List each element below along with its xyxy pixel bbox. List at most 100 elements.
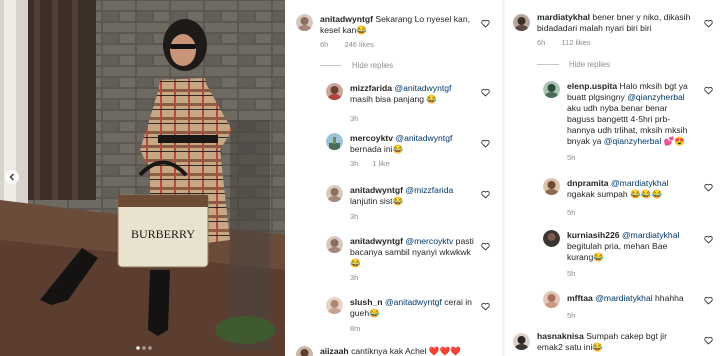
reply-mention[interactable]: @anitadwyntgf (385, 297, 442, 307)
reply-time: 3h (350, 114, 359, 123)
comment-time: 6h (320, 40, 329, 49)
reply-username[interactable]: kurniasih226 (567, 230, 620, 240)
reply-meta: 3h (350, 273, 372, 282)
reply-time: 8m (350, 324, 361, 333)
hide-replies-label: Hide replies (352, 61, 394, 70)
reply-text: elenp.uspita Halo mksih bgt ya buatt plg… (567, 81, 695, 147)
comment-text: mardiatykhal bener bner y niko, dikasih … (537, 12, 697, 34)
comment-meta: 6h 112 likes (537, 38, 604, 47)
avatar[interactable] (326, 83, 343, 100)
reply-mention[interactable]: @mercoyktv (405, 236, 453, 246)
reply-meta: 5h (567, 153, 589, 162)
reply-mention[interactable]: @qianzyherbal (627, 92, 684, 102)
avatar[interactable] (513, 333, 530, 350)
reply-username[interactable]: anitadwyntgf (350, 236, 403, 246)
reply-body: hhahha (655, 293, 684, 303)
reply-mention[interactable]: @anitadwyntgf (395, 133, 452, 143)
reply-meta: 5h (567, 208, 589, 217)
reply-mention[interactable]: @mardiatykhal (595, 293, 652, 303)
like-heart-icon[interactable] (704, 336, 713, 345)
comment-likes[interactable]: 246 likes (344, 40, 374, 49)
hide-replies-label: Hide replies (569, 60, 611, 69)
avatar[interactable] (296, 346, 313, 356)
reply-time: 3h (350, 273, 359, 282)
avatar[interactable] (543, 81, 560, 98)
reply-meta: 3h (350, 114, 372, 123)
reply-text: mercoyktv @anitadwyntgf bernada ini😂 (350, 133, 475, 155)
comments-panel-left: anitadwyntgf Sekarang Lo nyesel kan, kes… (290, 0, 502, 356)
avatar[interactable] (326, 297, 343, 314)
comment-likes[interactable]: 112 likes (561, 38, 590, 47)
reply-likes[interactable]: 1 like (372, 159, 390, 168)
reply-username[interactable]: elenp.uspita (567, 81, 617, 91)
reply-time: 5h (567, 208, 576, 217)
reply-text: dnpramita @mardiatykhal ngakak sumpah 😂😂… (567, 178, 669, 199)
like-heart-icon[interactable] (481, 139, 490, 148)
reply-body: 💕😍 (663, 136, 686, 146)
reply-username[interactable]: mercoyktv (350, 133, 393, 143)
comment-text: anitadwyntgf Sekarang Lo nyesel kan, kes… (320, 14, 470, 36)
comment-meta: 6h 246 likes (320, 40, 388, 49)
like-heart-icon[interactable] (481, 19, 490, 28)
reply-time: 5h (567, 269, 576, 278)
reply-body: lanjutin sist😂 (350, 196, 404, 206)
reply-meta: 3h (350, 212, 372, 221)
reply-mention[interactable]: @qianzyherbal (604, 136, 661, 146)
comment-username[interactable]: hasnaknisa (537, 331, 584, 341)
reply-username[interactable]: anitadwyntgf (350, 185, 403, 195)
reply-text: slush_n @anitadwyntgf cerai in gueh😂 (350, 297, 475, 319)
like-heart-icon[interactable] (481, 302, 490, 311)
reply-text: kurniasih226 @mardiatykhal begitulah pri… (567, 230, 695, 263)
like-heart-icon[interactable] (481, 88, 490, 97)
post-photo: BURBERRY (0, 0, 285, 356)
avatar[interactable] (326, 133, 343, 150)
avatar[interactable] (326, 236, 343, 253)
comment-username[interactable]: anitadwyntgf (320, 14, 373, 24)
like-heart-icon[interactable] (704, 86, 713, 95)
avatar[interactable] (326, 185, 343, 202)
avatar[interactable] (513, 14, 530, 31)
reply-time: 3h (350, 212, 359, 221)
hide-replies-toggle[interactable]: Hide replies (537, 60, 610, 69)
hide-replies-toggle[interactable]: Hide replies (320, 61, 393, 70)
comment-time: 6h (537, 38, 546, 47)
reply-mention[interactable]: @mizzfarida (405, 185, 453, 195)
avatar[interactable] (543, 178, 560, 195)
like-heart-icon[interactable] (481, 242, 490, 251)
like-heart-icon[interactable] (704, 19, 713, 28)
reply-mention[interactable]: @mardiatykhal (611, 178, 668, 188)
reply-time: 3h (350, 159, 359, 168)
comments-panel-right: mardiatykhal bener bner y niko, dikasih … (505, 0, 720, 356)
avatar[interactable] (543, 230, 560, 247)
reply-username[interactable]: dnpramita (567, 178, 609, 188)
reply-time: 5h (567, 311, 576, 320)
reply-text: anitadwyntgf @mizzfarida lanjutin sist😂 (350, 185, 475, 207)
like-heart-icon[interactable] (704, 296, 713, 305)
reply-body: masih bisa panjang 😂 (350, 94, 438, 104)
comment-text: hasnaknisa Sumpah cakep bgt jir emak2 sa… (537, 331, 687, 353)
avatar[interactable] (543, 291, 560, 308)
bag-brand-text: BURBERRY (131, 227, 195, 241)
reply-meta: 3h 1 like (350, 159, 404, 168)
reply-body: bernada ini😂 (350, 144, 404, 154)
like-heart-icon[interactable] (704, 183, 713, 192)
reply-text: anitadwyntgf @mercoyktv pasti bacanya sa… (350, 236, 475, 269)
reply-mention[interactable]: @mardiatykhal (622, 230, 679, 240)
comment-text: aiizaah cantiknya kak Achel ❤️❤️❤️ (320, 346, 490, 356)
reply-time: 5h (567, 153, 576, 162)
carousel-prev-button[interactable] (5, 170, 19, 184)
like-heart-icon[interactable] (704, 235, 713, 244)
like-heart-icon[interactable] (481, 190, 490, 199)
reply-username[interactable]: mizzfarida (350, 83, 392, 93)
reply-username[interactable]: mfftaa (567, 293, 593, 303)
reply-text: mfftaa @mardiatykhal hhahha (567, 293, 707, 304)
reply-username[interactable]: slush_n (350, 297, 382, 307)
comment-username[interactable]: mardiatykhal (537, 12, 590, 22)
reply-meta: 5h (567, 311, 589, 320)
reply-body: begitulah pria, mehan Bae kurang😂 (567, 241, 668, 262)
post-image: BURBERRY (0, 0, 285, 356)
reply-mention[interactable]: @anitadwyntgf (394, 83, 451, 93)
comment-username[interactable]: aiizaah (320, 346, 349, 356)
avatar[interactable] (296, 14, 313, 31)
comment-body: cantiknya kak Achel ❤️❤️❤️ (351, 346, 462, 356)
